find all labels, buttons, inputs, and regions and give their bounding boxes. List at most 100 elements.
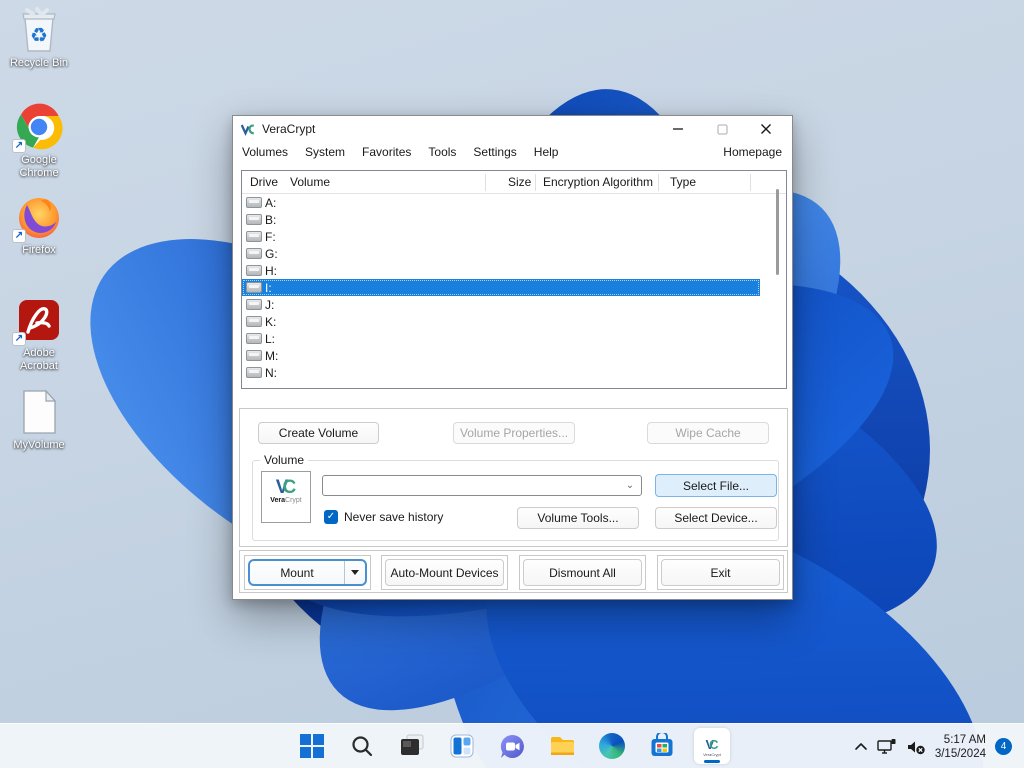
drive-letter: G:: [265, 246, 278, 261]
close-button[interactable]: [750, 118, 782, 140]
col-encryption-algorithm[interactable]: Encryption Algorithm: [543, 175, 653, 189]
menu-favorites[interactable]: Favorites: [362, 145, 411, 159]
drive-icon: [246, 248, 262, 259]
drive-icon: [246, 333, 262, 344]
drive-icon: [246, 350, 262, 361]
mount-dropdown-button[interactable]: [344, 561, 365, 584]
menu-settings[interactable]: Settings: [473, 145, 516, 159]
menu-system[interactable]: System: [305, 145, 345, 159]
search-button[interactable]: [343, 727, 381, 765]
drive-row[interactable]: H:: [242, 262, 760, 279]
col-volume[interactable]: Volume: [290, 175, 330, 189]
task-view-button[interactable]: [393, 727, 431, 765]
menu-homepage[interactable]: Homepage: [723, 145, 782, 159]
taskbar-clock[interactable]: 5:17 AM 3/15/2024: [935, 733, 986, 761]
drive-row[interactable]: F:: [242, 228, 760, 245]
drive-icon: [246, 231, 262, 242]
shortcut-arrow-icon: ↗: [12, 332, 26, 346]
volume-properties-button[interactable]: Volume Properties...: [453, 422, 575, 444]
select-file-button[interactable]: Select File...: [655, 474, 777, 497]
desktop-icon-myvolume[interactable]: MyVolume: [0, 388, 78, 452]
drive-letter: K:: [265, 314, 277, 329]
network-icon[interactable]: [877, 738, 897, 756]
desktop-icon-recycle-bin[interactable]: ♻ Recycle Bin: [0, 6, 78, 70]
veracrypt-app-icon: [241, 124, 255, 136]
volume-muted-icon[interactable]: [906, 738, 926, 756]
drive-row[interactable]: I:: [242, 279, 760, 296]
drive-row[interactable]: G:: [242, 245, 760, 262]
chat-button[interactable]: [493, 727, 531, 765]
maximize-button[interactable]: [706, 118, 738, 140]
desktop-icon-label: Google Chrome: [19, 154, 59, 179]
drive-letter: J:: [265, 297, 275, 312]
minimize-button[interactable]: [662, 118, 694, 140]
document-icon: [15, 388, 63, 436]
drive-row[interactable]: M:: [242, 347, 760, 364]
menu-volumes[interactable]: Volumes: [242, 145, 288, 159]
drive-list[interactable]: Drive Volume Size Encryption Algorithm T…: [241, 170, 787, 389]
scrollbar-thumb[interactable]: [776, 189, 779, 275]
dismount-all-button[interactable]: Dismount All: [523, 559, 642, 586]
desktop-icon-label: MyVolume: [13, 439, 65, 451]
drive-list-header[interactable]: Drive Volume Size Encryption Algorithm T…: [242, 171, 786, 194]
active-app-indicator: [704, 760, 720, 763]
drive-row[interactable]: A:: [242, 194, 760, 211]
mount-button-frame: Mount: [244, 555, 371, 590]
checkbox-checked-icon[interactable]: ✓: [324, 510, 338, 524]
chevron-down-icon[interactable]: ⌄: [619, 480, 641, 491]
veracrypt-window: VeraCrypt Volumes System Favorites Tools…: [232, 115, 793, 600]
mount-button[interactable]: Mount: [250, 561, 344, 584]
titlebar[interactable]: VeraCrypt: [233, 116, 792, 142]
never-save-history-row[interactable]: ✓ Never save history: [324, 510, 443, 524]
exit-button[interactable]: Exit: [661, 559, 780, 586]
column-separator: [485, 174, 486, 191]
drive-row[interactable]: L:: [242, 330, 760, 347]
system-tray: 5:17 AM 3/15/2024 4: [854, 724, 1012, 768]
desktop-icon-label: Firefox: [22, 244, 56, 256]
desktop-icon-label: Recycle Bin: [9, 57, 69, 69]
wipe-cache-button[interactable]: Wipe Cache: [647, 422, 769, 444]
desktop: ♻ Recycle Bin ↗ Google Chrome ↗ Firefox …: [0, 0, 1024, 768]
mount-split-button[interactable]: Mount: [248, 559, 367, 586]
file-explorer-button[interactable]: [543, 727, 581, 765]
menu-tools[interactable]: Tools: [428, 145, 456, 159]
auto-mount-frame: Auto-Mount Devices: [381, 555, 508, 590]
drive-row[interactable]: B:: [242, 211, 760, 228]
drive-row[interactable]: K:: [242, 313, 760, 330]
veracrypt-taskbar-button[interactable]: VC VeraCrypt: [693, 727, 731, 765]
select-device-button[interactable]: Select Device...: [655, 507, 777, 529]
edge-button[interactable]: [593, 727, 631, 765]
create-volume-button[interactable]: Create Volume: [258, 422, 379, 444]
auto-mount-devices-button[interactable]: Auto-Mount Devices: [385, 559, 504, 586]
desktop-icon-acrobat[interactable]: ↗ Adobe Acrobat: [0, 296, 78, 373]
notification-badge[interactable]: 4: [995, 738, 1012, 755]
col-size[interactable]: Size: [508, 175, 531, 189]
volume-tools-button[interactable]: Volume Tools...: [517, 507, 639, 529]
drive-letter: F:: [265, 229, 276, 244]
drive-icon: [246, 282, 262, 293]
firefox-icon: ↗: [12, 193, 63, 243]
desktop-icon-chrome[interactable]: ↗ Google Chrome: [0, 103, 78, 180]
shortcut-arrow-icon: ↗: [12, 139, 26, 153]
desktop-icon-firefox[interactable]: ↗ Firefox: [0, 193, 78, 257]
col-drive[interactable]: Drive: [250, 175, 278, 189]
volume-path-combobox[interactable]: ⌄: [322, 475, 642, 496]
bottom-section: Mount Auto-Mount Devices Dismount All Ex…: [239, 550, 788, 593]
svg-text:♻: ♻: [30, 25, 48, 47]
acrobat-icon: ↗: [12, 296, 63, 346]
drive-row[interactable]: J:: [242, 296, 760, 313]
exit-frame: Exit: [657, 555, 784, 590]
menubar: Volumes System Favorites Tools Settings …: [233, 142, 792, 164]
col-type[interactable]: Type: [670, 175, 696, 189]
drive-icon: [246, 299, 262, 310]
widgets-button[interactable]: [443, 727, 481, 765]
menu-help[interactable]: Help: [534, 145, 559, 159]
drive-row[interactable]: N:: [242, 364, 760, 381]
drive-letter: N:: [265, 365, 277, 380]
tray-chevron-up-icon[interactable]: [854, 740, 868, 754]
start-button[interactable]: [293, 727, 331, 765]
recycle-bin-icon: ♻: [15, 6, 63, 54]
tray-date: 3/15/2024: [934, 747, 986, 760]
drive-icon: [246, 316, 262, 327]
store-button[interactable]: [643, 727, 681, 765]
